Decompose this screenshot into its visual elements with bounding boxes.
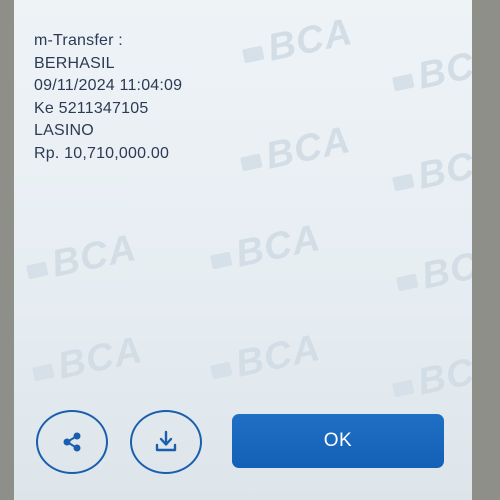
transfer-status: BERHASIL <box>34 54 115 72</box>
transfer-amount: Rp. 10,710,000.00 <box>34 144 170 162</box>
watermark-logo: BCA <box>393 239 472 304</box>
watermark-logo: BCA <box>23 227 141 292</box>
ok-button[interactable]: OK <box>232 414 444 468</box>
watermark-logo: BCA <box>29 329 147 394</box>
transfer-result-screen: BCA BCA BCA BCA BCA BCA BCA BCA BCA BCA … <box>14 0 472 500</box>
watermark-logo: BCA <box>389 139 472 204</box>
watermark-logo: BCA <box>239 11 357 76</box>
download-icon <box>155 430 177 452</box>
share-icon <box>63 432 81 452</box>
watermark-logo: BCA <box>389 39 472 104</box>
recipient-account: Ke 5211347105 <box>34 99 149 117</box>
ok-button-label: OK <box>323 430 353 451</box>
watermark-logo: BCA <box>237 119 355 184</box>
transfer-type: m-Transfer : <box>34 32 123 49</box>
transfer-datetime: 09/11/2024 11:04:09 <box>34 77 183 94</box>
transfer-message: m-Transfer : BERHASIL 09/11/2024 11:04:0… <box>34 30 182 165</box>
watermark-logo: BCA <box>389 345 472 410</box>
watermark-logo: BCA <box>207 217 325 282</box>
download-button[interactable] <box>130 410 202 474</box>
watermark-logo: BCA <box>207 327 325 392</box>
recipient-name: LASINO <box>34 122 94 139</box>
share-button[interactable] <box>36 410 108 474</box>
